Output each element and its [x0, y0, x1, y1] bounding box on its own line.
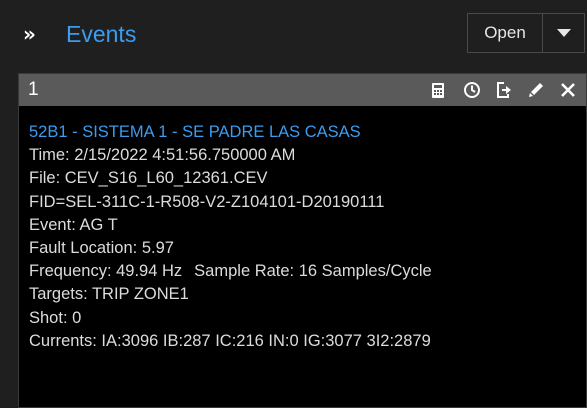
open-button[interactable]: Open	[467, 13, 542, 53]
chevron-down-icon	[557, 29, 571, 37]
event-fid: FID=SEL-311C-1-R508-V2-Z104101-D20190111	[29, 192, 385, 211]
calculator-icon[interactable]	[428, 80, 448, 100]
page-title: Events	[66, 21, 137, 47]
event-type: Event: AG T	[29, 215, 118, 234]
event-currents: Currents: IA:3096 IB:287 IC:216 IN:0 IG:…	[29, 331, 431, 350]
event-title-link[interactable]: 52B1 - SISTEMA 1 - SE PADRE LAS CASAS	[29, 121, 579, 144]
open-dropdown-button[interactable]	[542, 13, 585, 53]
event-time: Time: 2/15/2022 4:51:56.750000 AM	[29, 146, 296, 165]
events-window: » Events Open 1 52B1 - SISTEMA 1 - SE PA…	[0, 0, 587, 408]
pencil-icon[interactable]	[526, 80, 546, 100]
event-shot: Shot: 0	[29, 308, 82, 327]
expand-chevron-icon[interactable]: »	[23, 20, 36, 48]
event-sample-rate: Sample Rate: 16 Samples/Cycle	[194, 262, 432, 281]
event-panel: 1 52B1 - SISTEMA 1 - SE PADRE LAS CASAS …	[18, 73, 587, 408]
clock-icon[interactable]	[462, 80, 482, 100]
close-icon[interactable]	[558, 80, 578, 100]
event-frequency-row: Frequency: 49.94 Hz Sample Rate: 16 Sampl…	[29, 260, 579, 283]
event-targets: Targets: TRIP ZONE1	[29, 285, 189, 304]
event-panel-header: 1	[19, 74, 586, 106]
event-file: File: CEV_S16_L60_12361.CEV	[29, 169, 268, 188]
event-frequency: Frequency: 49.94 Hz	[29, 262, 183, 281]
event-details: 52B1 - SISTEMA 1 - SE PADRE LAS CASAS Ti…	[29, 121, 579, 353]
export-icon[interactable]	[493, 80, 513, 100]
event-fault-location: Fault Location: 5.97	[29, 239, 174, 258]
event-number: 1	[28, 79, 39, 100]
events-header: » Events Open	[0, 0, 587, 68]
